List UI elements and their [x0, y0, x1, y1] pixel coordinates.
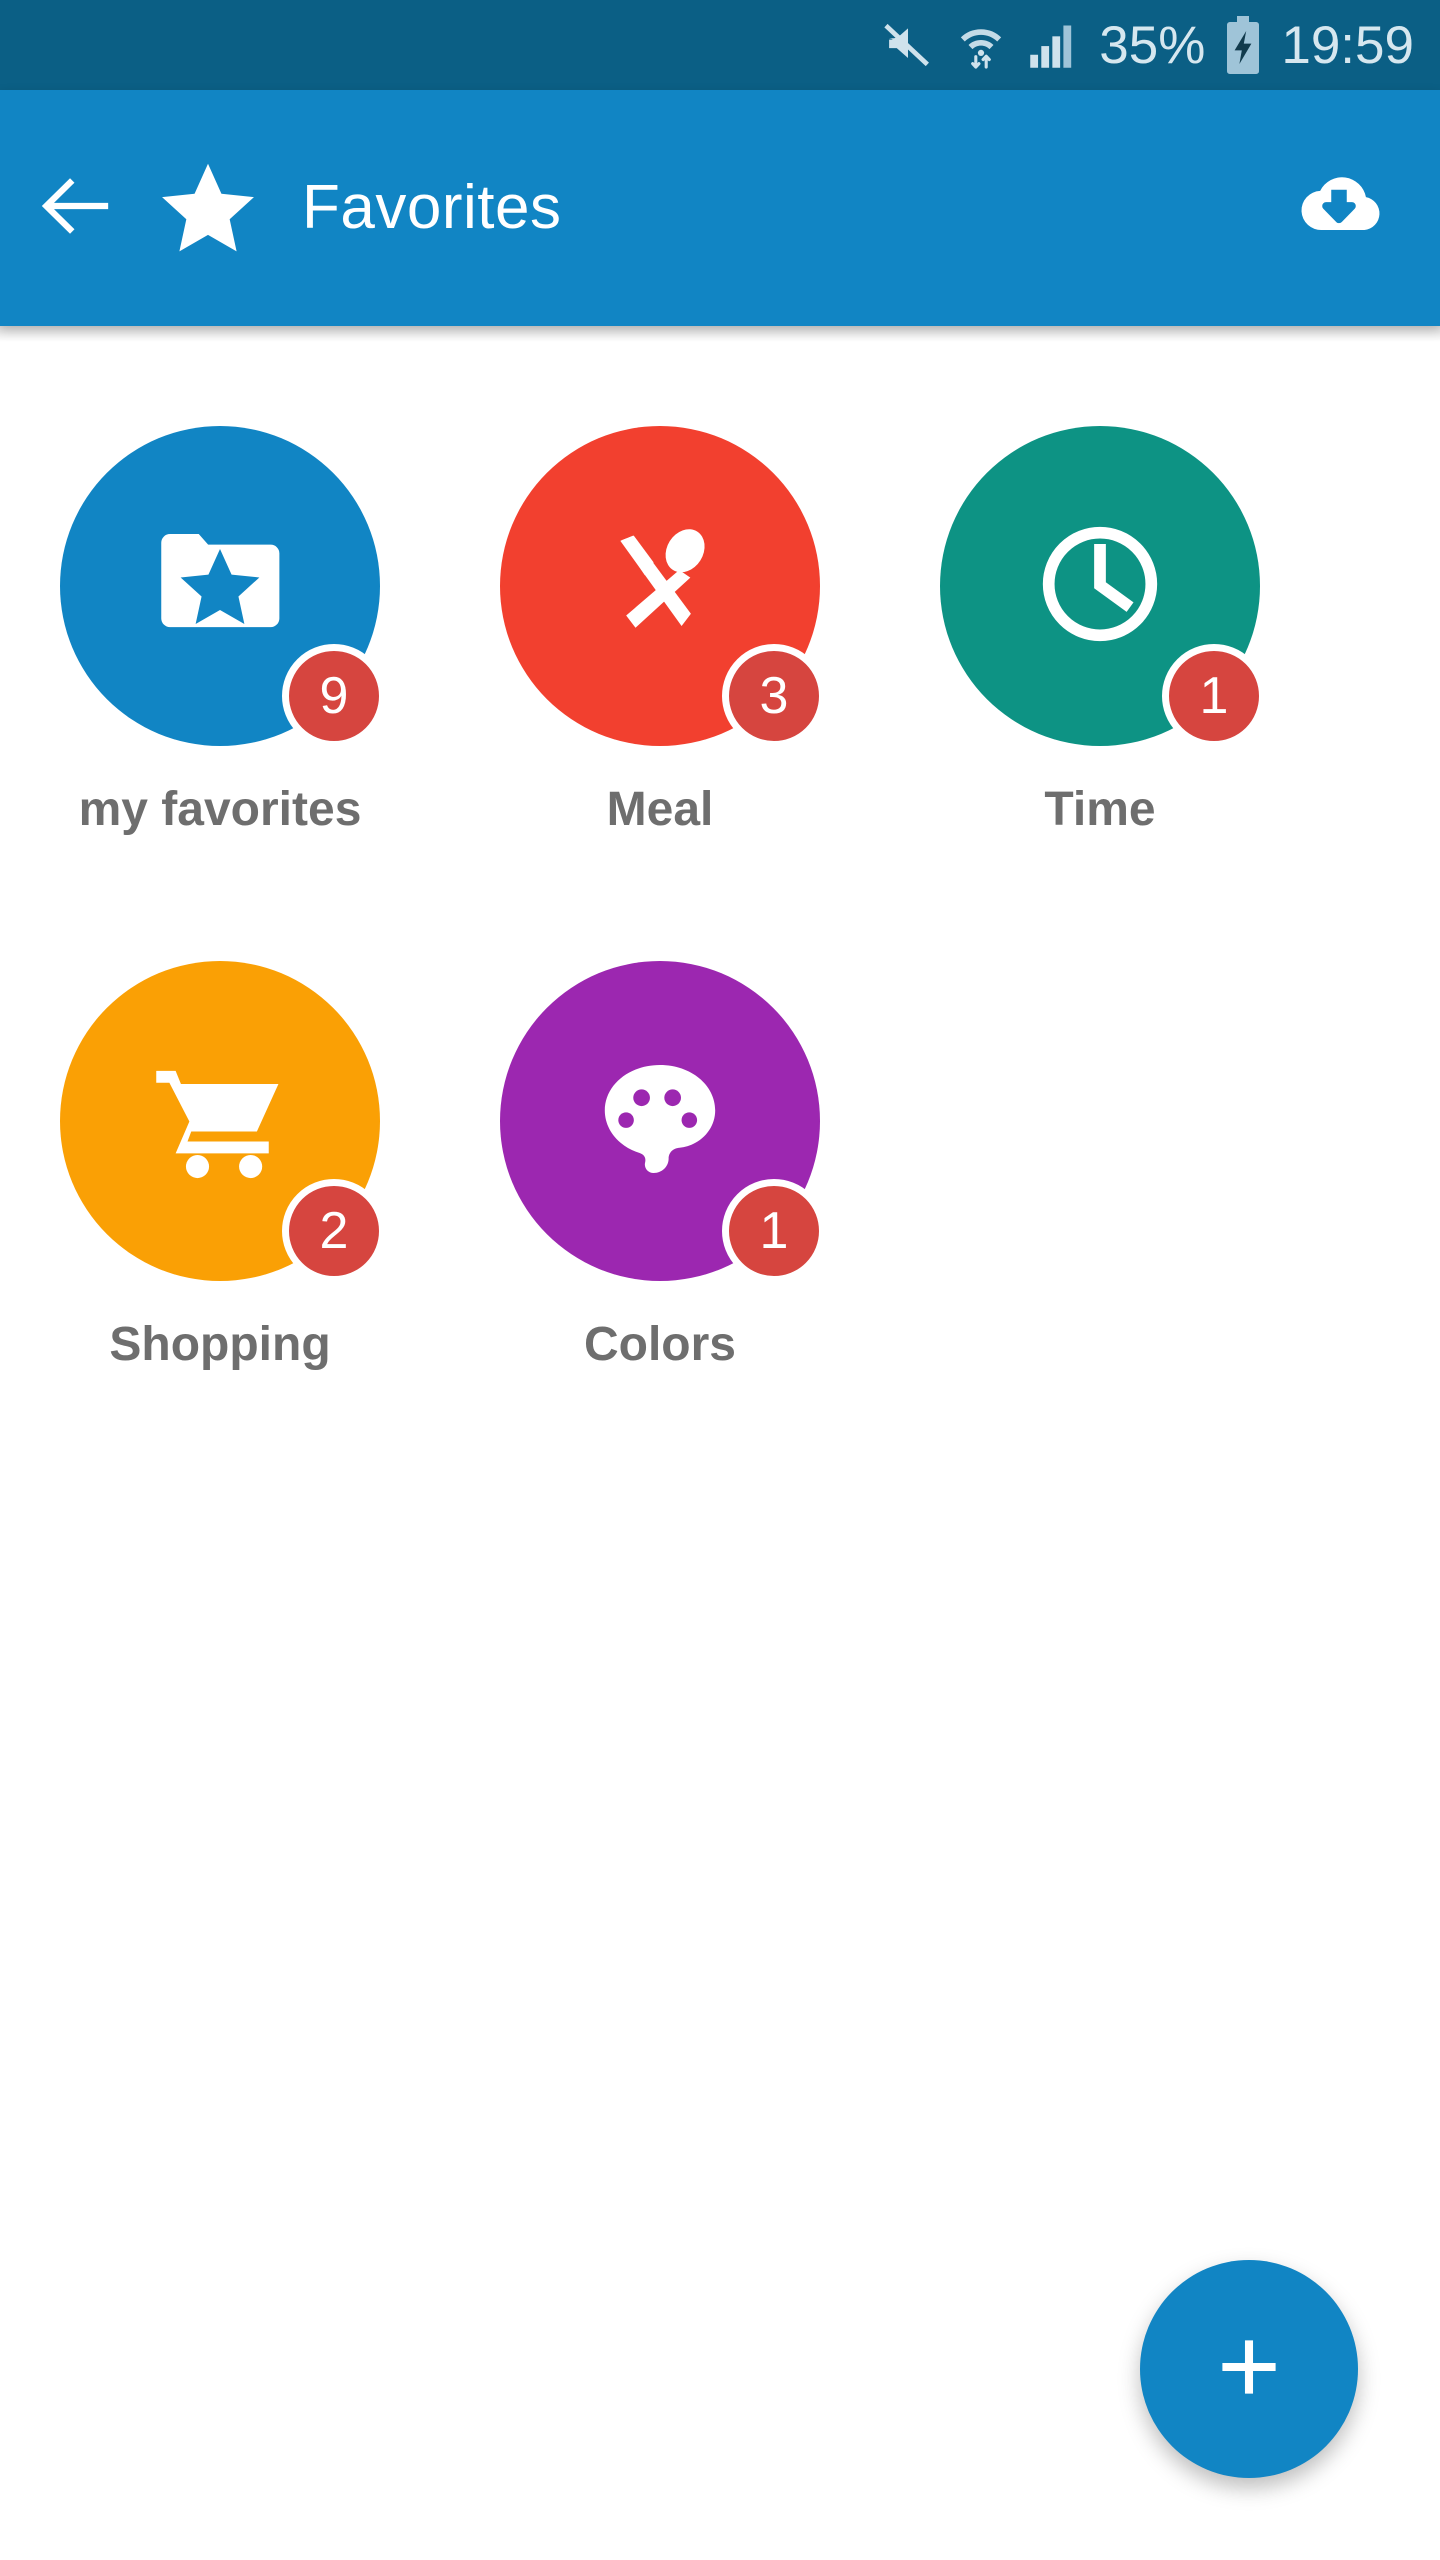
add-fab-button[interactable]: [1140, 2260, 1358, 2478]
icon-circle-wrap: 2: [60, 961, 386, 1283]
icon-circle-wrap: 1: [940, 426, 1266, 748]
page-title: Favorites: [302, 173, 562, 242]
icon-circle-wrap: 9: [60, 426, 386, 748]
app-bar: Favorites: [0, 90, 1440, 326]
grid-item-label: Meal: [606, 783, 714, 836]
badge-count: 1: [722, 1179, 826, 1283]
cellular-signal-icon: [1027, 19, 1079, 71]
back-button[interactable]: [0, 90, 150, 326]
grid-item-shopping[interactable]: 2 Shopping: [0, 961, 440, 1496]
clock-time-label: 19:59: [1281, 15, 1414, 75]
wifi-transfer-icon: [955, 18, 1007, 72]
clock-icon: [1024, 508, 1176, 665]
app-screen: 35% 19:59 Favorites 9 my favorites 3 Mea…: [0, 0, 1440, 2560]
shopping-cart-icon: [145, 1044, 295, 1199]
grid-item-time[interactable]: 1 Time: [880, 426, 1320, 961]
cloud-download-icon: [1291, 168, 1387, 249]
badge-count: 9: [282, 644, 386, 748]
restaurant-cutlery-icon: [590, 514, 730, 659]
folder-star-icon: [145, 509, 295, 664]
battery-percent-label: 35%: [1099, 15, 1206, 75]
grid-item-label: Shopping: [109, 1318, 331, 1371]
badge-count: 3: [722, 644, 826, 748]
cloud-download-button[interactable]: [1264, 90, 1414, 326]
battery-charging-icon: [1225, 16, 1261, 74]
icon-circle-wrap: 1: [500, 961, 826, 1283]
icon-circle-wrap: 3: [500, 426, 826, 748]
app-bar-shadow: [0, 326, 1440, 342]
grid-item-colors[interactable]: 1 Colors: [440, 961, 880, 1496]
badge-count: 2: [282, 1179, 386, 1283]
color-palette-icon: [591, 1050, 729, 1193]
status-bar: 35% 19:59: [0, 0, 1440, 90]
star-icon: [156, 156, 260, 260]
arrow-back-icon: [35, 166, 115, 251]
grid-item-meal[interactable]: 3 Meal: [440, 426, 880, 961]
grid-item-label: Time: [1044, 783, 1156, 836]
volume-mute-icon: [881, 18, 935, 72]
favorites-grid: 9 my favorites 3 Meal 1 Time 2 Shopping …: [0, 326, 1440, 1496]
grid-item-label: my favorites: [78, 783, 362, 836]
grid-item-my-favorites[interactable]: 9 my favorites: [0, 426, 440, 961]
badge-count: 1: [1162, 644, 1266, 748]
plus-icon: [1207, 2325, 1291, 2414]
grid-item-label: Colors: [583, 1318, 736, 1371]
